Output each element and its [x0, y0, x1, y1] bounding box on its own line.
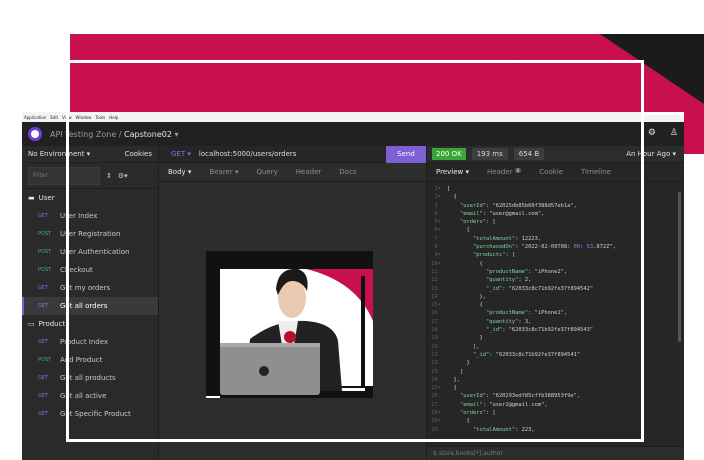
- sidebar-filter-input[interactable]: Filter: [28, 166, 100, 185]
- tab-timeline[interactable]: Timeline: [572, 168, 620, 176]
- tab-bearer[interactable]: Bearer ▾: [200, 168, 247, 176]
- sidebar-item-get-all-orders[interactable]: GET Get all orders: [22, 297, 158, 315]
- tab-header[interactable]: Header: [287, 168, 331, 176]
- code-line: 14 },: [431, 293, 486, 300]
- code-line: 27 "email": "user2@gmail.com",: [431, 401, 548, 408]
- title-bar: API Testing Zone / Capstone02 ▾ ⚙ ♙: [22, 122, 684, 146]
- menu-tools[interactable]: Tools: [95, 115, 105, 120]
- sidebar-item-user-registration[interactable]: POST User Registration: [22, 225, 158, 243]
- gear-icon[interactable]: ⚙: [648, 128, 656, 138]
- response-time: 193 ms: [471, 148, 508, 160]
- response-size: 654 B: [513, 148, 545, 160]
- code-line: 1▾[: [434, 186, 451, 192]
- code-line: 5▾ "orders": [: [434, 219, 496, 226]
- tab-query[interactable]: Query: [247, 168, 286, 176]
- sidebar-item-get-all-products[interactable]: GET Get all products: [22, 369, 158, 387]
- code-line: 28▾ "orders": [: [431, 410, 496, 417]
- code-line: 20 ],: [431, 343, 480, 350]
- code-line: 18 "_id": "62033c8c71b92fe37f894543": [431, 327, 594, 334]
- environment-row: No Environment ▾ Cookies: [22, 146, 158, 163]
- code-line: 6▾ {: [434, 227, 470, 234]
- code-line: 7 "totalAmount": 12223,: [434, 235, 542, 242]
- menu-window[interactable]: Window: [76, 115, 92, 120]
- send-button[interactable]: Send: [386, 145, 426, 163]
- breadcrumb-workspace[interactable]: Capstone02: [124, 130, 172, 139]
- response-status-bar: 200 OK 193 ms 654 B An Hour Ago ▾: [427, 146, 684, 163]
- history-dropdown[interactable]: An Hour Ago ▾: [626, 150, 676, 158]
- scrollbar[interactable]: [678, 192, 681, 342]
- sidebar-item-get-specific-product[interactable]: GET Get Specific Product: [22, 405, 158, 423]
- response-filter-input[interactable]: $.store.books[*].author: [427, 446, 684, 460]
- environment-select[interactable]: No Environment ▾: [28, 150, 90, 158]
- response-body[interactable]: 1▾[ 2▾ {3 "userId": "62025db85b60f388d57e…: [427, 182, 684, 434]
- code-line: 2▾ {: [434, 194, 457, 201]
- status-badge: 200 OK: [432, 148, 466, 160]
- folder-product[interactable]: ▭ Product: [22, 315, 158, 333]
- code-line: 29▾ {: [431, 418, 470, 425]
- menu-help[interactable]: Help: [109, 115, 118, 120]
- request-tabs: Body ▾ Bearer ▾ Query Header Docs: [159, 163, 426, 182]
- empty-state-illustration: [206, 251, 373, 398]
- tab-docs[interactable]: Docs: [330, 168, 365, 176]
- code-line: 22 }: [431, 360, 470, 367]
- code-line: 26 "userId": "620293edf85cffb388953f9e",: [431, 393, 581, 400]
- sort-icon[interactable]: ⇕: [106, 172, 112, 180]
- menu-view[interactable]: View: [62, 115, 72, 120]
- code-line: 12 "quantity": 2,: [431, 277, 532, 284]
- sidebar-item-user-index[interactable]: GET User Index: [22, 207, 158, 225]
- developer-laptop-illustration: [206, 251, 373, 398]
- code-line: 3 "userId": "62025db85b60f388d57eb1a",: [434, 202, 577, 209]
- folder-user[interactable]: ▬ User: [22, 189, 158, 207]
- code-line: 30 "totalAmount": 223,: [431, 426, 535, 433]
- breadcrumb[interactable]: API Testing Zone / Capstone02 ▾: [50, 130, 179, 139]
- code-line: 24 },: [431, 376, 460, 383]
- sidebar-item-user-authentication[interactable]: POST User Authentication: [22, 243, 158, 261]
- app-logo-icon[interactable]: [28, 127, 42, 141]
- code-line: 8 "purchasedOn": "2022-02-09T08: 00: 53.…: [434, 244, 616, 251]
- tab-cookie[interactable]: Cookie: [530, 168, 572, 176]
- code-line: 11 "productName": "iPhone2",: [431, 268, 568, 275]
- url-bar: GET ▾ localhost:5000/users/orders Send: [159, 145, 426, 163]
- code-line: 13 "_id": "62033c8c71b92fe37f894542": [431, 285, 594, 292]
- filter-row: Filter ⇕ ⚙▾: [22, 163, 158, 189]
- code-line: 15▾ {: [431, 302, 483, 309]
- code-line: 19 }: [431, 335, 483, 342]
- tab-response-header[interactable]: Header 8: [478, 168, 530, 176]
- request-pane: GET ▾ localhost:5000/users/orders Send B…: [159, 145, 427, 460]
- code-line: 4 "email": "user@gmail.com",: [434, 210, 545, 217]
- url-input[interactable]: localhost:5000/users/orders: [199, 150, 386, 158]
- breadcrumb-project[interactable]: API Testing Zone: [50, 130, 116, 139]
- response-pane: 200 OK 193 ms 654 B An Hour Ago ▾ Previe…: [427, 146, 684, 460]
- decorative-frame-tick: [644, 112, 684, 115]
- sidebar: No Environment ▾ Cookies Filter ⇕ ⚙▾ ▬ U…: [22, 146, 159, 460]
- menu-edit[interactable]: Edit: [50, 115, 58, 120]
- add-menu-icon[interactable]: ⚙▾: [118, 172, 128, 180]
- tab-preview[interactable]: Preview ▾: [427, 168, 478, 176]
- code-line: 25▾ {: [431, 385, 457, 392]
- sidebar-item-get-my-orders[interactable]: GET Get my orders: [22, 279, 158, 297]
- menu-application[interactable]: Application: [24, 115, 46, 120]
- tab-body[interactable]: Body ▾: [159, 168, 200, 176]
- titlebar-icons: ⚙ ♙: [648, 128, 678, 138]
- code-line: 21 "_id": "62033c8c71b92fe37f894541": [431, 351, 581, 358]
- response-tabs: Preview ▾ Header 8 Cookie Timeline: [427, 163, 684, 182]
- chevron-down-icon[interactable]: ▾: [175, 130, 179, 139]
- code-line: 23 ]: [431, 368, 464, 375]
- sidebar-item-checkout[interactable]: POST Checkout: [22, 261, 158, 279]
- code-line: 16 "productName": "iPhone1",: [431, 310, 568, 317]
- sidebar-item-product-index[interactable]: GET Product Index: [22, 333, 158, 351]
- folder-icon: ▬: [28, 194, 35, 202]
- method-select[interactable]: GET ▾: [159, 150, 199, 158]
- window-menu-bar: Application Edit View Window Tools Help: [22, 112, 684, 122]
- code-line: 17 "quantity": 3,: [431, 318, 532, 325]
- account-icon[interactable]: ♙: [670, 128, 678, 138]
- sidebar-item-get-all-active[interactable]: GET Get all active: [22, 387, 158, 405]
- insomnia-window: Application Edit View Window Tools Help …: [22, 112, 684, 460]
- sidebar-item-add-product[interactable]: POST Add Product: [22, 351, 158, 369]
- header-count-badge: 8: [514, 168, 522, 173]
- folder-open-icon: ▭: [28, 320, 35, 328]
- code-line: 10▾ {: [431, 260, 483, 267]
- code-line: 9▾ "products": [: [434, 252, 516, 259]
- cookies-button[interactable]: Cookies: [125, 150, 152, 158]
